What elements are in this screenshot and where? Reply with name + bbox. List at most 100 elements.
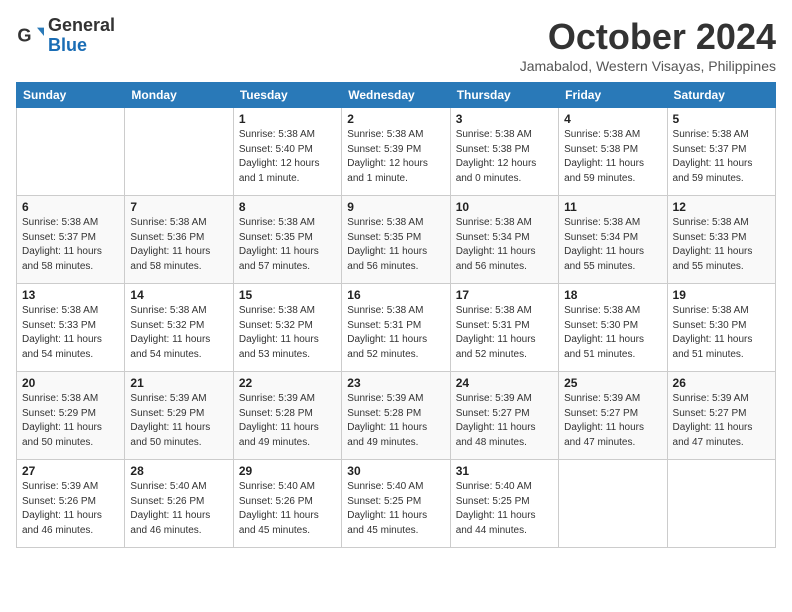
title-block: October 2024 Jamabalod, Western Visayas,…	[520, 16, 776, 74]
weekday-header-monday: Monday	[125, 83, 233, 108]
day-number: 7	[130, 200, 227, 214]
logo: G General Blue	[16, 16, 115, 56]
day-info: Sunrise: 5:38 AMSunset: 5:35 PMDaylight:…	[347, 216, 444, 274]
day-cell-10: 10 Sunrise: 5:38 AMSunset: 5:34 PMDayligh…	[450, 196, 558, 284]
day-cell-23: 23 Sunrise: 5:39 AMSunset: 5:28 PMDayligh…	[342, 372, 450, 460]
day-number: 22	[239, 376, 336, 390]
day-number: 8	[239, 200, 336, 214]
calendar-week-4: 20 Sunrise: 5:38 AMSunset: 5:29 PMDayligh…	[17, 372, 776, 460]
calendar-week-3: 13 Sunrise: 5:38 AMSunset: 5:33 PMDayligh…	[17, 284, 776, 372]
day-number: 10	[456, 200, 553, 214]
day-info: Sunrise: 5:38 AMSunset: 5:30 PMDaylight:…	[673, 304, 770, 362]
day-info: Sunrise: 5:39 AMSunset: 5:29 PMDaylight:…	[130, 392, 227, 450]
day-cell-30: 30Sunrise: 5:40 AMSunset: 5:25 PMDayligh…	[342, 460, 450, 548]
logo-general-text: General	[48, 16, 115, 36]
day-number: 21	[130, 376, 227, 390]
day-cell-16: 16Sunrise: 5:38 AMSunset: 5:31 PMDayligh…	[342, 284, 450, 372]
day-cell-20: 20 Sunrise: 5:38 AMSunset: 5:29 PMDayligh…	[17, 372, 125, 460]
day-info: Sunrise: 5:39 AMSunset: 5:27 PMDaylight:…	[456, 392, 553, 450]
day-number: 19	[673, 288, 770, 302]
day-number: 28	[130, 464, 227, 478]
calendar-week-1: 1 Sunrise: 5:38 AMSunset: 5:40 PMDaylight…	[17, 108, 776, 196]
empty-cell	[559, 460, 667, 548]
day-number: 20	[22, 376, 119, 390]
day-info: Sunrise: 5:40 AMSunset: 5:25 PMDaylight:…	[456, 480, 553, 538]
day-number: 29	[239, 464, 336, 478]
day-number: 11	[564, 200, 661, 214]
svg-text:G: G	[17, 25, 31, 45]
empty-cell	[17, 108, 125, 196]
day-number: 25	[564, 376, 661, 390]
weekday-header-row: SundayMondayTuesdayWednesdayThursdayFrid…	[17, 83, 776, 108]
day-info: Sunrise: 5:38 AMSunset: 5:32 PMDaylight:…	[239, 304, 336, 362]
day-info: Sunrise: 5:38 AMSunset: 5:37 PMDaylight:…	[22, 216, 119, 274]
logo-icon: G	[16, 22, 44, 50]
day-info: Sunrise: 5:38 AMSunset: 5:32 PMDaylight:…	[130, 304, 227, 362]
day-info: Sunrise: 5:38 AMSunset: 5:38 PMDaylight:…	[564, 128, 661, 186]
weekday-header-friday: Friday	[559, 83, 667, 108]
day-number: 13	[22, 288, 119, 302]
day-cell-11: 11 Sunrise: 5:38 AMSunset: 5:34 PMDayligh…	[559, 196, 667, 284]
day-info: Sunrise: 5:38 AMSunset: 5:37 PMDaylight:…	[673, 128, 770, 186]
day-number: 9	[347, 200, 444, 214]
day-cell-28: 28 Sunrise: 5:40 AMSunset: 5:26 PMDayligh…	[125, 460, 233, 548]
day-number: 18	[564, 288, 661, 302]
weekday-header-thursday: Thursday	[450, 83, 558, 108]
day-info: Sunrise: 5:39 AMSunset: 5:27 PMDaylight:…	[673, 392, 770, 450]
day-info: Sunrise: 5:38 AMSunset: 5:34 PMDaylight:…	[456, 216, 553, 274]
day-number: 3	[456, 112, 553, 126]
day-cell-3: 3Sunrise: 5:38 AMSunset: 5:38 PMDaylight…	[450, 108, 558, 196]
day-cell-2: 2 Sunrise: 5:38 AMSunset: 5:39 PMDaylight…	[342, 108, 450, 196]
day-cell-6: 6 Sunrise: 5:38 AMSunset: 5:37 PMDaylight…	[17, 196, 125, 284]
weekday-header-tuesday: Tuesday	[233, 83, 341, 108]
day-cell-24: 24 Sunrise: 5:39 AMSunset: 5:27 PMDayligh…	[450, 372, 558, 460]
day-number: 24	[456, 376, 553, 390]
day-number: 6	[22, 200, 119, 214]
day-info: Sunrise: 5:39 AMSunset: 5:27 PMDaylight:…	[564, 392, 661, 450]
day-cell-1: 1 Sunrise: 5:38 AMSunset: 5:40 PMDaylight…	[233, 108, 341, 196]
day-number: 15	[239, 288, 336, 302]
weekday-header-wednesday: Wednesday	[342, 83, 450, 108]
day-info: Sunrise: 5:39 AMSunset: 5:28 PMDaylight:…	[347, 392, 444, 450]
day-cell-17: 17Sunrise: 5:38 AMSunset: 5:31 PMDayligh…	[450, 284, 558, 372]
page-header: G General Blue October 2024 Jamabalod, W…	[16, 16, 776, 74]
day-info: Sunrise: 5:38 AMSunset: 5:39 PMDaylight:…	[347, 128, 444, 186]
day-cell-18: 18 Sunrise: 5:38 AMSunset: 5:30 PMDayligh…	[559, 284, 667, 372]
day-number: 31	[456, 464, 553, 478]
day-info: Sunrise: 5:38 AMSunset: 5:29 PMDaylight:…	[22, 392, 119, 450]
day-cell-25: 25 Sunrise: 5:39 AMSunset: 5:27 PMDayligh…	[559, 372, 667, 460]
day-cell-7: 7 Sunrise: 5:38 AMSunset: 5:36 PMDaylight…	[125, 196, 233, 284]
day-info: Sunrise: 5:40 AMSunset: 5:26 PMDaylight:…	[239, 480, 336, 538]
empty-cell	[125, 108, 233, 196]
day-cell-21: 21 Sunrise: 5:39 AMSunset: 5:29 PMDayligh…	[125, 372, 233, 460]
calendar-table: SundayMondayTuesdayWednesdayThursdayFrid…	[16, 82, 776, 548]
day-info: Sunrise: 5:40 AMSunset: 5:25 PMDaylight:…	[347, 480, 444, 538]
day-number: 14	[130, 288, 227, 302]
day-cell-13: 13 Sunrise: 5:38 AMSunset: 5:33 PMDayligh…	[17, 284, 125, 372]
day-number: 2	[347, 112, 444, 126]
day-cell-4: 4Sunrise: 5:38 AMSunset: 5:38 PMDaylight…	[559, 108, 667, 196]
day-cell-22: 22 Sunrise: 5:39 AMSunset: 5:28 PMDayligh…	[233, 372, 341, 460]
location-text: Jamabalod, Western Visayas, Philippines	[520, 58, 776, 74]
logo-blue-text: Blue	[48, 36, 115, 56]
day-info: Sunrise: 5:38 AMSunset: 5:33 PMDaylight:…	[22, 304, 119, 362]
day-number: 17	[456, 288, 553, 302]
day-info: Sunrise: 5:38 AMSunset: 5:34 PMDaylight:…	[564, 216, 661, 274]
day-cell-27: 27Sunrise: 5:39 AMSunset: 5:26 PMDayligh…	[17, 460, 125, 548]
day-number: 16	[347, 288, 444, 302]
calendar-week-5: 27Sunrise: 5:39 AMSunset: 5:26 PMDayligh…	[17, 460, 776, 548]
day-cell-19: 19 Sunrise: 5:38 AMSunset: 5:30 PMDayligh…	[667, 284, 775, 372]
day-number: 12	[673, 200, 770, 214]
day-number: 1	[239, 112, 336, 126]
month-title: October 2024	[520, 16, 776, 58]
day-info: Sunrise: 5:38 AMSunset: 5:33 PMDaylight:…	[673, 216, 770, 274]
day-info: Sunrise: 5:38 AMSunset: 5:30 PMDaylight:…	[564, 304, 661, 362]
day-info: Sunrise: 5:39 AMSunset: 5:28 PMDaylight:…	[239, 392, 336, 450]
day-info: Sunrise: 5:40 AMSunset: 5:26 PMDaylight:…	[130, 480, 227, 538]
day-info: Sunrise: 5:38 AMSunset: 5:40 PMDaylight:…	[239, 128, 336, 186]
day-number: 23	[347, 376, 444, 390]
day-number: 5	[673, 112, 770, 126]
day-info: Sunrise: 5:38 AMSunset: 5:35 PMDaylight:…	[239, 216, 336, 274]
day-info: Sunrise: 5:38 AMSunset: 5:36 PMDaylight:…	[130, 216, 227, 274]
calendar-week-2: 6 Sunrise: 5:38 AMSunset: 5:37 PMDaylight…	[17, 196, 776, 284]
